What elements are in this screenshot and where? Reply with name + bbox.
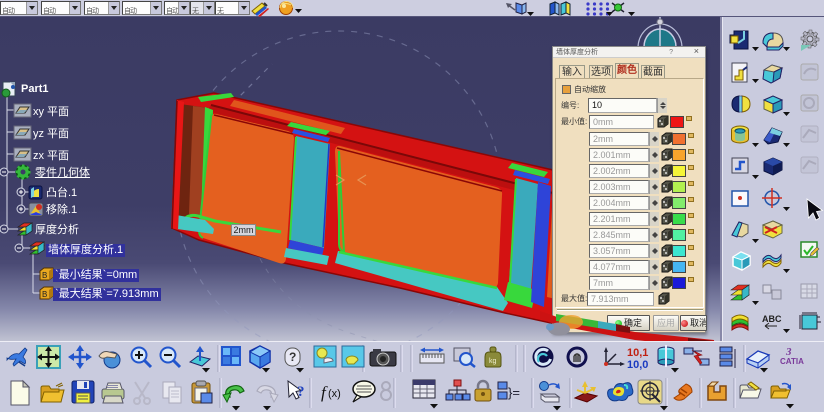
svg-text:10,1: 10,1 [627,347,648,359]
svg-text:?: ? [289,350,296,364]
svg-text:10,0: 10,0 [627,359,648,371]
svg-text:B: B [42,271,47,280]
svg-text:B: B [42,290,47,299]
svg-text:f: f [321,383,328,402]
svg-text:ABC: ABC [762,314,782,324]
svg-text:}=: }= [508,385,520,400]
svg-text:CATIA: CATIA [780,357,804,366]
svg-text:?: ? [297,384,305,400]
svg-text:kg: kg [489,358,497,365]
svg-text:(x): (x) [328,388,341,400]
